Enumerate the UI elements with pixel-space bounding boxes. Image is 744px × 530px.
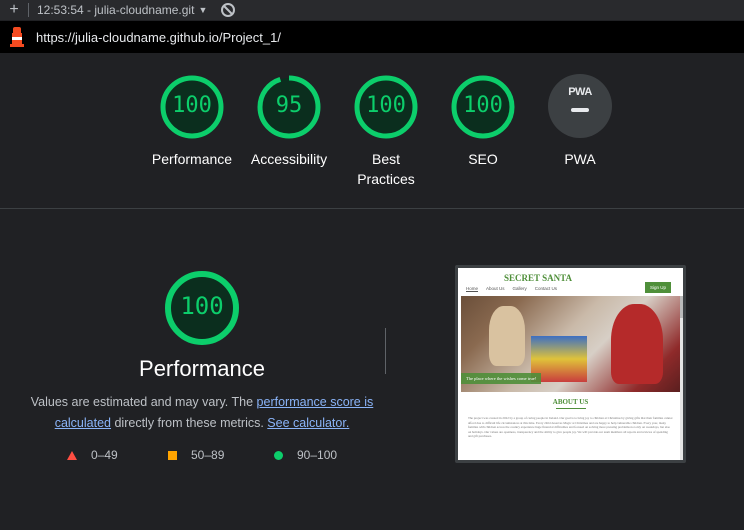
legend-average: 50–89 (168, 448, 224, 462)
final-screenshot[interactable]: SECRET SANTA Home About Us Gallery Conta… (455, 265, 686, 463)
report-url[interactable]: https://julia-cloudname.github.io/Projec… (36, 30, 281, 45)
tab-divider (28, 3, 29, 17)
gauge-label: SEO (468, 151, 498, 167)
screenshot-paragraph: The project was created in 2022 by a gro… (468, 416, 673, 439)
no-entry-icon[interactable] (221, 3, 236, 17)
gauge-label-line: Practices (357, 171, 415, 187)
dash-icon (571, 108, 589, 112)
performance-title: Performance (139, 356, 265, 381)
plus-icon[interactable]: + (0, 1, 28, 19)
performance-description: Values are estimated and may vary. The p… (30, 392, 374, 434)
legend-range: 90–100 (297, 448, 338, 462)
screenshot-nav-item: Home (466, 286, 479, 291)
screenshot-about-heading: ABOUT US (552, 398, 589, 406)
gauge-score: 100 (172, 93, 212, 118)
screenshot-nav-item: Contact Us (534, 286, 558, 291)
lighthouse-icon (10, 27, 24, 47)
gauge-label: Best Practices (331, 149, 441, 189)
gauge-score: 100 (366, 93, 406, 118)
hero-child-right (611, 304, 663, 384)
screenshot-signup-button: Sign Up (644, 282, 671, 293)
description-text: Values are estimated and may vary. The (30, 395, 257, 409)
category-gauges: 100 Performance 95 Accessibility 100 Bes… (0, 54, 744, 208)
pwa-badge-text: PWA (568, 86, 592, 98)
gauge-pwa[interactable]: PWA PWA (525, 74, 635, 169)
chevron-down-icon[interactable]: ▼ (198, 5, 207, 15)
gauge-label-line: Best (371, 151, 400, 167)
legend-fail: 0–49 (67, 448, 118, 462)
legend-range: 0–49 (91, 448, 118, 462)
hero-child-left (489, 306, 525, 366)
gauge-best-practices[interactable]: 100 Best Practices (331, 74, 441, 189)
performance-main-gauge: 100 (162, 268, 242, 348)
screenshot-nav: Home About Us Gallery Contact Us (466, 286, 557, 291)
window-tab-bar: + 12:53:54 - julia-cloudname.git ▼ (0, 0, 744, 20)
screenshot-nav-item: Gallery (512, 286, 527, 291)
gauge-score: 95 (275, 93, 303, 118)
triangle-icon (67, 450, 77, 460)
legend-pass: 90–100 (274, 448, 337, 462)
gauge-seo[interactable]: 100 SEO (428, 74, 538, 169)
performance-score: 100 (180, 292, 224, 320)
circle-icon (274, 450, 283, 460)
gauge-label: PWA (564, 151, 596, 167)
description-text: directly from these metrics. (111, 416, 268, 430)
url-bar: https://julia-cloudname.github.io/Projec… (0, 21, 744, 53)
square-icon (168, 450, 177, 460)
gauge-label: Accessibility (250, 151, 328, 167)
screenshot-scrollbar (680, 296, 683, 460)
see-calculator-link[interactable]: See calculator. (267, 416, 349, 430)
hero-caption: The place where the wishes come true! (461, 373, 542, 384)
vertical-divider (385, 328, 386, 374)
screenshot-nav-item: About Us (486, 286, 505, 291)
gauge-score: 100 (463, 93, 503, 118)
screenshot-brand: SECRET SANTA (504, 273, 572, 283)
gauge-accessibility[interactable]: 95 Accessibility (234, 74, 344, 169)
screenshot-hero-image: The place where the wishes come true! (461, 296, 680, 392)
pwa-badge-icon: PWA (548, 74, 612, 138)
gauge-performance[interactable]: 100 Performance (137, 74, 247, 169)
section-divider (0, 208, 744, 209)
scrollbar-thumb (680, 296, 683, 318)
heading-underline (556, 408, 586, 409)
tab-title[interactable]: 12:53:54 - julia-cloudname.git (37, 3, 194, 17)
legend-range: 50–89 (191, 448, 225, 462)
gauge-label: Performance (151, 151, 233, 167)
